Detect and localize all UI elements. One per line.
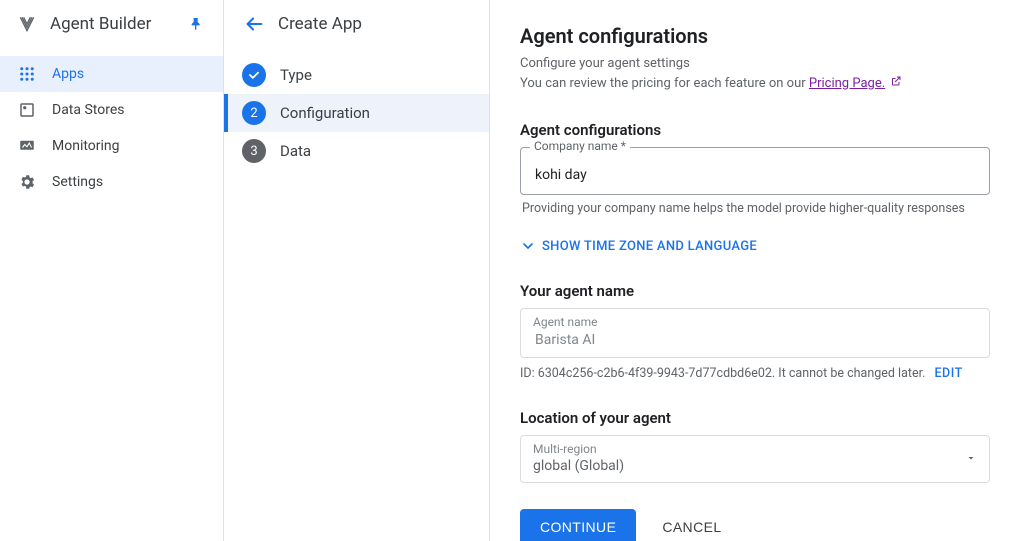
nav-item-data-stores[interactable]: Data Stores (0, 92, 223, 128)
section-title-agent-name: Your agent name (520, 282, 990, 300)
edit-id-button[interactable]: EDIT (934, 366, 962, 381)
form-subline-2-prefix: You can review the pricing for each feat… (520, 76, 809, 91)
company-name-label: Company name * (530, 139, 630, 153)
stepper-column: Create App Type 2 Configuration 3 Data (224, 0, 490, 541)
agent-id-line: ID: 6304c256-c2b6-4f39-9943-7d77cdbd6e02… (520, 366, 990, 381)
monitoring-icon (16, 135, 38, 157)
settings-icon (16, 171, 38, 193)
data-stores-icon (16, 99, 38, 121)
step-list: Type 2 Configuration 3 Data (224, 48, 489, 170)
pricing-page-link[interactable]: Pricing Page. (809, 76, 885, 91)
nav-item-label: Apps (52, 66, 207, 82)
chevron-down-icon (520, 238, 536, 254)
button-row: CONTINUE CANCEL (520, 509, 990, 541)
step-type[interactable]: Type (224, 56, 489, 94)
continue-button[interactable]: CONTINUE (520, 509, 636, 541)
sidebar: Agent Builder Apps Data Stores Monitorin… (0, 0, 224, 541)
check-icon (242, 63, 266, 87)
form-panel: Agent configurations Configure your agen… (490, 0, 1024, 541)
step-configuration[interactable]: 2 Configuration (224, 94, 489, 132)
sidebar-title: Agent Builder (50, 14, 187, 34)
location-select-value: global (Global) (533, 458, 965, 474)
nav-list: Apps Data Stores Monitoring Settings (0, 48, 223, 200)
caret-down-icon (965, 449, 977, 468)
arrow-left-icon (243, 13, 265, 35)
page-header: Create App (224, 0, 489, 48)
apps-icon (16, 63, 38, 85)
agent-id-suffix: . It cannot be changed later. (772, 366, 925, 381)
step-number-badge: 2 (242, 101, 266, 125)
nav-item-label: Settings (52, 174, 207, 190)
timezone-language-expander[interactable]: SHOW TIME ZONE AND LANGUAGE (520, 238, 990, 254)
external-link-icon (890, 76, 902, 91)
nav-item-monitoring[interactable]: Monitoring (0, 128, 223, 164)
nav-item-settings[interactable]: Settings (0, 164, 223, 200)
back-button[interactable] (236, 6, 272, 42)
form-heading: Agent configurations (520, 24, 990, 48)
agent-name-label: Agent name (533, 315, 977, 329)
pin-icon[interactable] (187, 16, 207, 32)
location-select-label: Multi-region (533, 442, 965, 456)
agent-id-value: 6304c256-c2b6-4f39-9943-7d77cdbd6e02 (538, 366, 772, 381)
nav-item-label: Monitoring (52, 138, 207, 154)
section-title-location: Location of your agent (520, 409, 990, 427)
section-title-company: Agent configurations (520, 121, 990, 139)
product-logo-icon (16, 13, 38, 35)
company-name-input[interactable] (533, 166, 977, 184)
step-data[interactable]: 3 Data (224, 132, 489, 170)
cancel-button[interactable]: CANCEL (656, 518, 727, 536)
step-label: Type (280, 66, 312, 84)
step-number-badge: 3 (242, 139, 266, 163)
page-title: Create App (278, 14, 362, 34)
agent-name-field: Agent name (520, 308, 990, 358)
nav-item-label: Data Stores (52, 102, 207, 118)
form-subline-2: You can review the pricing for each feat… (520, 74, 990, 94)
nav-item-apps[interactable]: Apps (0, 56, 223, 92)
step-label: Configuration (280, 104, 370, 122)
location-select[interactable]: Multi-region global (Global) (520, 435, 990, 483)
step-label: Data (280, 142, 311, 160)
agent-name-input[interactable] (533, 331, 977, 349)
agent-id-prefix: ID: (520, 366, 538, 381)
form-subline-1: Configure your agent settings (520, 54, 990, 74)
company-name-field: Company name * (520, 147, 990, 195)
sidebar-header: Agent Builder (0, 0, 223, 48)
expander-label: SHOW TIME ZONE AND LANGUAGE (542, 239, 757, 254)
company-name-helper: Providing your company name helps the mo… (522, 201, 988, 216)
